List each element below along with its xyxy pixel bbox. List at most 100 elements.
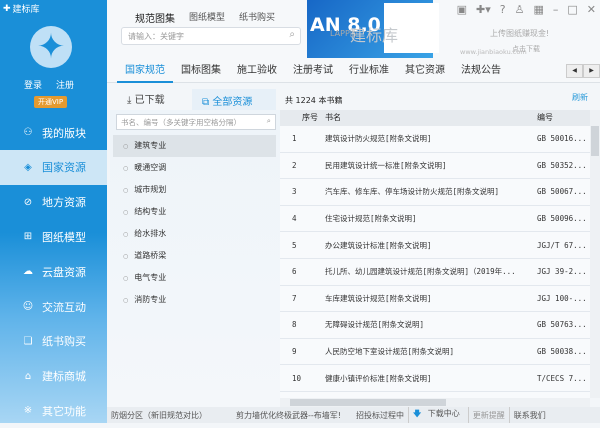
tab-next-button[interactable]: ▶: [583, 64, 600, 78]
search-icon[interactable]: ⌕: [289, 29, 295, 40]
filter-input[interactable]: 书名、编号（多关键字用空格分隔） ⌕: [116, 114, 276, 130]
sidebar-item-label: 地方资源: [42, 196, 86, 210]
sidebar-item-label: 云盘资源: [42, 265, 86, 279]
sidebar-item-0[interactable]: ⚇ 我的版块: [0, 115, 107, 150]
table-row[interactable]: 8 无障碍设计规范[附条文说明] GB 50763...: [280, 312, 590, 339]
cell-title: 民用建筑设计统一标准[附条文说明]: [325, 160, 447, 170]
sidebar-item-2[interactable]: ⊘ 地方资源: [0, 185, 107, 220]
skin-icon[interactable]: ♙: [515, 3, 525, 16]
cell-title: 托儿所、幼儿园建筑设计规范[附条文说明]（2019年...: [325, 267, 516, 277]
sidebar-item-4[interactable]: ☁ 云盘资源: [0, 254, 107, 289]
category-item[interactable]: 暖通空调: [113, 157, 276, 179]
close-button[interactable]: ✕: [587, 3, 596, 16]
category-item[interactable]: 建筑专业: [113, 135, 276, 157]
category-item[interactable]: 结构专业: [113, 201, 276, 223]
category-tab-5[interactable]: 其它资源: [397, 58, 453, 83]
contact-button[interactable]: 联系我们: [510, 410, 550, 421]
avatar[interactable]: [30, 26, 72, 68]
downloaded-button[interactable]: ⤓ 已下载: [127, 91, 165, 106]
top-tab-books[interactable]: 纸书购买: [239, 10, 275, 25]
sidebar-item-label: 交流互动: [42, 300, 86, 314]
layers-icon: ◈: [24, 161, 32, 173]
table-row[interactable]: 4 住宅设计规范[附条文说明] GB 50096...: [280, 206, 590, 233]
all-resources-button[interactable]: ⧉ 全部资源: [192, 89, 276, 110]
calendar-icon[interactable]: ▣: [457, 3, 467, 16]
refresh-button[interactable]: 刷新: [572, 92, 588, 103]
table-header: 序号 书名 编号: [280, 110, 590, 126]
category-tab-4[interactable]: 行业标准: [341, 58, 397, 83]
table-row[interactable]: 2 民用建筑设计统一标准[附条文说明] GB 50352...: [280, 153, 590, 180]
table-row[interactable]: 5 办公建筑设计标准[附条文说明] JGJ/T 67...: [280, 232, 590, 259]
minimize-button[interactable]: –: [553, 3, 559, 16]
download-center-label: 下载中心: [427, 409, 460, 418]
grid-icon[interactable]: ▦: [533, 3, 543, 16]
cell-index: 1: [292, 134, 297, 144]
vertical-scrollbar[interactable]: [590, 110, 600, 398]
category-item[interactable]: 给水排水: [113, 223, 276, 245]
sidebar-item-6[interactable]: ❏ 纸书购买: [0, 324, 107, 359]
category-item[interactable]: 道路桥梁: [113, 245, 276, 267]
login-link[interactable]: 登录: [24, 78, 42, 91]
cell-title: 建筑设计防火规范[附条文说明]: [325, 134, 432, 144]
category-tab-3[interactable]: 注册考试: [285, 58, 341, 83]
category-item[interactable]: 电气专业: [113, 267, 276, 289]
sidebar-item-label: 图纸模型: [42, 230, 86, 244]
sidebar-item-label: 我的版块: [42, 126, 86, 140]
register-link[interactable]: 注册: [56, 78, 74, 91]
table-row[interactable]: 10 健康小镇评价标准[附条文说明] T/CECS 7...: [280, 365, 590, 392]
table-row[interactable]: 7 车库建筑设计规范[附条文说明] JGJ 100-...: [280, 286, 590, 313]
news-ticker[interactable]: 剪力墙优化终极武器--布墙军!: [232, 410, 352, 421]
status-bar: 防烟分区（新旧规范对比） 剪力墙优化终极武器--布墙军! 招投标过程中 🡇 下载…: [107, 407, 600, 423]
scroll-thumb[interactable]: [591, 126, 599, 156]
sidebar-item-5[interactable]: ☺ 交流互动: [0, 289, 107, 324]
category-item[interactable]: 城市规划: [113, 179, 276, 201]
table-row[interactable]: 1 建筑设计防火规范[附条文说明] GB 50016...: [280, 126, 590, 153]
category-tab-2[interactable]: 施工验收: [229, 58, 285, 83]
download-arrow-icon: 🡇: [413, 409, 422, 418]
category-panel: 书名、编号（多关键字用空格分隔） ⌕ 建筑专业暖通空调城市规划结构专业给水排水道路…: [110, 110, 280, 407]
table-row[interactable]: 9 人民防空地下室设计规范[附条文说明] GB 50038...: [280, 339, 590, 366]
user-icon: ⚇: [23, 127, 33, 138]
top-tab-standards[interactable]: 规范图集: [135, 10, 175, 25]
horizontal-scrollbar[interactable]: [280, 398, 590, 407]
update-reminder-button[interactable]: 更新提醒: [469, 410, 509, 421]
help-icon[interactable]: ?: [500, 3, 506, 16]
table-row[interactable]: 6 托儿所、幼儿园建筑设计规范[附条文说明]（2019年... JGJ 39-2..…: [280, 259, 590, 286]
table-row[interactable]: 3 汽车库、修车库、停车场设计防火规范[附条文说明] GB 50067...: [280, 179, 590, 206]
vip-button[interactable]: 开通VIP: [34, 96, 68, 108]
download-center-button[interactable]: 🡇 下载中心: [409, 408, 468, 422]
search-input[interactable]: 请输入：关键字 ⌕: [121, 27, 301, 45]
col-index[interactable]: 序号: [280, 110, 325, 126]
cell-index: 9: [292, 347, 297, 357]
top-tab-drawings[interactable]: 图纸模型: [189, 10, 225, 25]
scroll-thumb[interactable]: [290, 399, 446, 406]
sidebar-item-label: 国家资源: [42, 161, 86, 175]
sidebar-item-7[interactable]: ⌂ 建标商城: [0, 359, 107, 394]
tab-prev-button[interactable]: ◀: [566, 64, 583, 78]
blueprint-icon: ⊞: [23, 231, 33, 243]
more-icon: ※: [23, 405, 33, 417]
app-logo-icon: ✚: [3, 3, 11, 14]
category-tab-0[interactable]: 国家规范: [117, 58, 173, 83]
search-icon[interactable]: ⌕: [267, 116, 271, 126]
cell-code: T/CECS 7...: [537, 373, 587, 383]
copy-icon: ⧉: [202, 97, 213, 108]
cell-index: 10: [292, 373, 302, 383]
maximize-button[interactable]: □: [567, 3, 577, 16]
news-ticker-2[interactable]: 招投标过程中: [352, 410, 408, 421]
sidebar-item-1[interactable]: ◈ 国家资源: [0, 149, 107, 185]
download-icon: ⤓: [127, 95, 135, 106]
status-link[interactable]: 防烟分区（新旧规范对比）: [107, 410, 232, 421]
add-icon[interactable]: ✚▾: [476, 3, 491, 16]
col-title[interactable]: 书名: [325, 110, 537, 126]
col-code[interactable]: 编号: [537, 110, 590, 126]
category-item[interactable]: 消防专业: [113, 289, 276, 311]
cell-index: 4: [292, 214, 297, 224]
cell-code: GB 50067...: [537, 187, 587, 197]
category-tab-1[interactable]: 国标图集: [173, 58, 229, 83]
cell-code: JGJ 39-2...: [537, 267, 587, 277]
sidebar-item-3[interactable]: ⊞ 图纸模型: [0, 219, 107, 254]
category-tab-6[interactable]: 法规公告: [453, 58, 509, 83]
filter-placeholder: 书名、编号（多关键字用空格分隔）: [121, 118, 241, 127]
watermark-download[interactable]: 点击下载: [512, 44, 540, 54]
